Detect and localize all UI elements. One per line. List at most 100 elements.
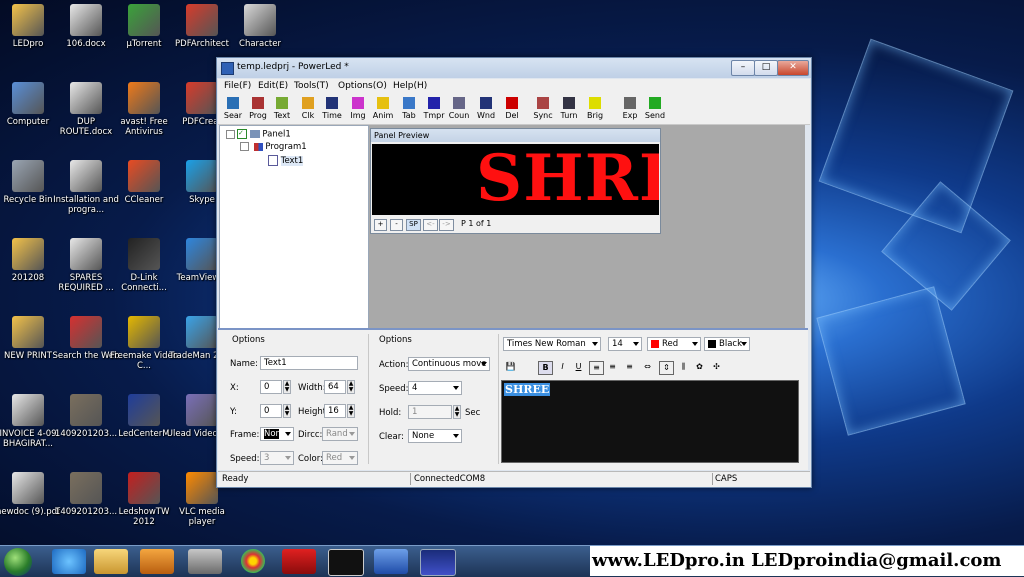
color-select[interactable]: Red <box>322 451 358 465</box>
save-icon[interactable]: 💾 <box>504 361 517 373</box>
align-left-button[interactable]: ≡ <box>589 361 604 375</box>
menu-file[interactable]: File(F) <box>224 81 251 91</box>
underline-button[interactable]: U <box>572 361 585 373</box>
width-stepper[interactable]: ▲ ▼ <box>347 380 355 394</box>
toolbar-label: Exp <box>622 111 638 120</box>
toolbar-coun-button[interactable]: Coun <box>447 96 471 120</box>
menu-options[interactable]: Options(O) <box>338 81 387 91</box>
tree-item-program[interactable]: Program1 <box>240 142 307 152</box>
frame-value: Nor <box>264 429 280 439</box>
align-center-button[interactable]: ≡ <box>606 361 619 373</box>
toolbar-del-button[interactable]: Del <box>500 96 524 120</box>
ledpro-taskbar-icon[interactable] <box>420 549 456 576</box>
prev-page-button[interactable]: <- <box>423 219 438 231</box>
font-select[interactable]: Times New Roman <box>503 337 601 351</box>
dircc-select[interactable]: Rand <box>322 427 358 441</box>
collapse-icon[interactable] <box>226 129 235 139</box>
name-field[interactable]: Text1 <box>260 356 358 370</box>
desktop-icon-image <box>70 82 102 114</box>
toolbar-clk-button[interactable]: Clk <box>296 96 320 120</box>
desktop-icon[interactable]: Character <box>224 4 296 49</box>
chrome-icon[interactable] <box>241 549 265 573</box>
toolbar-label: Time <box>322 111 342 120</box>
x-stepper[interactable]: ▲ ▼ <box>283 380 291 394</box>
next-page-button[interactable]: -> <box>439 219 454 231</box>
height-field[interactable]: 16 <box>324 404 346 418</box>
fore-color-select[interactable]: Red <box>647 337 701 351</box>
toolbar-sync-button[interactable]: Sync <box>531 96 555 120</box>
close-button[interactable]: ✕ <box>777 60 809 76</box>
powerled-window: temp.ledprj - PowerLed * – □ ✕ File(F) E… <box>216 57 812 488</box>
spacing-icon[interactable]: ⇔ <box>641 361 654 373</box>
toolbar-brig-button[interactable]: Brig <box>583 96 607 120</box>
tab-icon <box>403 97 415 109</box>
toolbar-wnd-button[interactable]: Wnd <box>474 96 498 120</box>
menu-edit[interactable]: Edit(E) <box>258 81 288 91</box>
ie-icon[interactable] <box>52 549 86 574</box>
italic-button[interactable]: I <box>556 361 569 373</box>
collapse-icon[interactable] <box>240 142 249 151</box>
columns-icon[interactable]: ⫼ <box>677 361 690 373</box>
menu-help[interactable]: Help(H) <box>393 81 427 91</box>
preview-title[interactable]: Panel Preview <box>371 129 660 142</box>
insert-icon[interactable]: ✣ <box>710 361 723 373</box>
zoom-in-button[interactable]: + <box>374 219 387 231</box>
hold-field[interactable]: 1 <box>408 405 452 419</box>
toolbar-text-button[interactable]: Text <box>270 96 294 120</box>
pdf-icon[interactable] <box>282 549 316 574</box>
text-icon <box>276 97 288 109</box>
toolbar-sear-button[interactable]: Sear <box>221 96 245 120</box>
tree-item-text[interactable]: Text1 <box>268 155 304 166</box>
clear-select[interactable]: None <box>408 429 462 443</box>
toolbar-img-button[interactable]: Img <box>346 96 370 120</box>
dlink-icon[interactable] <box>328 549 364 576</box>
anim-icon <box>377 97 389 109</box>
action-select[interactable]: Continuous move <box>408 357 490 371</box>
desktop-icon-image <box>12 238 44 270</box>
sp-button[interactable]: SP <box>406 219 421 231</box>
toolbar-time-button[interactable]: Time <box>320 96 344 120</box>
options-group-2: Options <box>379 335 412 345</box>
network-icon[interactable] <box>188 549 222 574</box>
app-icon <box>221 62 234 75</box>
text-editor[interactable]: SHREE <box>501 380 799 463</box>
minimize-button[interactable]: – <box>731 60 755 76</box>
height-stepper[interactable]: ▲ ▼ <box>347 404 355 418</box>
desktop-icon-image <box>12 160 44 192</box>
media-player-icon[interactable] <box>140 549 174 574</box>
width-field[interactable]: 64 <box>324 380 346 394</box>
toolbar-prog-button[interactable]: Prog <box>246 96 270 120</box>
y-field[interactable]: 0 <box>260 404 282 418</box>
toolbar-label: Brig <box>586 111 604 120</box>
toolbar-tmpr-button[interactable]: Tmpr <box>422 96 446 120</box>
desktop-icon-image <box>186 82 218 114</box>
back-color-select[interactable]: Black <box>704 337 750 351</box>
speed2-select[interactable]: 4 <box>408 381 462 395</box>
toolbar-label: Clk <box>301 111 315 120</box>
title-bar[interactable]: temp.ledprj - PowerLed * – □ ✕ <box>217 58 811 78</box>
zoom-out-button[interactable]: - <box>390 219 403 231</box>
frame-select[interactable]: Nor <box>260 427 294 441</box>
align-right-button[interactable]: ≡ <box>623 361 636 373</box>
speed-select[interactable]: 3 <box>260 451 294 465</box>
toolbar-tab-button[interactable]: Tab <box>397 96 421 120</box>
stretch-icon[interactable]: ⇕ <box>659 361 674 375</box>
word-icon[interactable] <box>374 549 408 574</box>
hold-stepper[interactable]: ▲ ▼ <box>453 405 461 419</box>
toolbar-anim-button[interactable]: Anim <box>371 96 395 120</box>
start-button[interactable] <box>4 548 32 576</box>
maximize-button[interactable]: □ <box>754 60 778 76</box>
font-size-select[interactable]: 14 <box>608 337 642 351</box>
options-divider-2 <box>498 334 499 464</box>
bold-button[interactable]: B <box>538 361 553 375</box>
toolbar-turn-button[interactable]: Turn <box>557 96 581 120</box>
toolbar-exp-button[interactable]: Exp <box>618 96 642 120</box>
explorer-icon[interactable] <box>94 549 128 574</box>
tree-item-panel[interactable]: ✓ Panel1 <box>226 129 291 140</box>
y-stepper[interactable]: ▲ ▼ <box>283 404 291 418</box>
x-field[interactable]: 0 <box>260 380 282 394</box>
toolbar-send-button[interactable]: Send <box>643 96 667 120</box>
effects-icon[interactable]: ✿ <box>693 361 706 373</box>
status-bar: Ready ConnectedCOM8 CAPS <box>218 471 810 487</box>
menu-tools[interactable]: Tools(T) <box>294 81 329 91</box>
